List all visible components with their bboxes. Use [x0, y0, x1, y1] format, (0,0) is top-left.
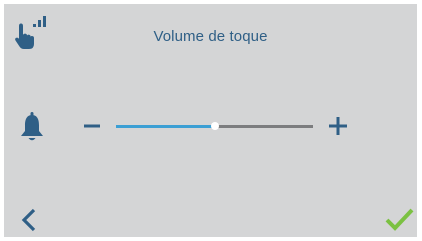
minus-icon: [84, 124, 100, 128]
ringtone-volume-screen: Volume de toque: [4, 4, 417, 237]
chevron-left-icon: [21, 208, 36, 232]
checkmark-icon: [385, 208, 414, 231]
confirm-button[interactable]: [384, 206, 416, 234]
back-button[interactable]: [18, 207, 44, 233]
slider-fill: [116, 125, 215, 128]
plus-icon: [329, 117, 347, 135]
volume-up-button[interactable]: [325, 112, 353, 140]
volume-down-button[interactable]: [80, 113, 106, 139]
bell-icon: [20, 112, 44, 142]
page-title: Volume de toque: [153, 28, 268, 45]
slider-thumb[interactable]: [211, 122, 219, 130]
volume-slider[interactable]: [116, 116, 313, 136]
